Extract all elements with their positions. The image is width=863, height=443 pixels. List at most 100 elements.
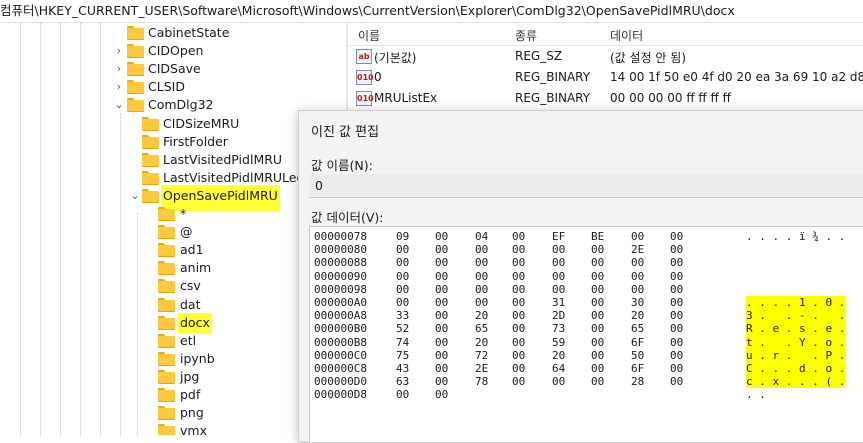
- hex-byte[interactable]: 00: [512, 270, 525, 283]
- tree-node-anim[interactable]: anim: [0, 259, 346, 277]
- hex-byte[interactable]: 00: [435, 230, 448, 243]
- hex-byte[interactable]: 00: [552, 283, 565, 296]
- hex-row[interactable]: 000000C0 75 00 72 00 20 00 50 00 u . r . . P .: [310, 348, 863, 362]
- hex-byte[interactable]: 00: [435, 336, 448, 349]
- hex-byte[interactable]: 00: [552, 243, 565, 256]
- hex-byte[interactable]: 00: [512, 322, 525, 335]
- tree-node-[interactable]: *: [0, 205, 346, 223]
- hex-byte[interactable]: 00: [435, 256, 448, 269]
- hex-byte[interactable]: 00: [396, 270, 409, 283]
- tree-node-CabinetState[interactable]: CabinetState: [0, 24, 346, 42]
- tree-node-png[interactable]: png: [0, 404, 346, 422]
- hex-byte[interactable]: 00: [435, 283, 448, 296]
- tree-node-LastVisitedPidlMRU[interactable]: LastVisitedPidlMRU: [0, 151, 346, 169]
- hex-byte[interactable]: 78: [475, 375, 488, 388]
- hex-byte[interactable]: 00: [631, 230, 644, 243]
- hex-byte[interactable]: 20: [475, 336, 488, 349]
- hex-byte[interactable]: 00: [670, 270, 683, 283]
- hex-byte[interactable]: 00: [435, 296, 448, 309]
- hex-row[interactable]: 000000B0 52 00 65 00 73 00 65 00 R . e . s . e .: [310, 322, 863, 336]
- hex-byte[interactable]: 00: [512, 256, 525, 269]
- column-data[interactable]: 데이터: [610, 27, 643, 44]
- hex-editor[interactable]: 00000078 09 00 04 00 EF BE 00 00. . . . ï ¾ . .0…: [309, 226, 863, 443]
- hex-byte[interactable]: 00: [670, 336, 683, 349]
- hex-byte[interactable]: 64: [552, 362, 565, 375]
- hex-byte[interactable]: 00: [552, 256, 565, 269]
- tree-node-ipynb[interactable]: ipynb: [0, 350, 346, 368]
- hex-byte[interactable]: 00: [631, 256, 644, 269]
- hex-byte[interactable]: 00: [435, 349, 448, 362]
- hex-byte[interactable]: 00: [512, 296, 525, 309]
- tree-node-CLSID[interactable]: › CLSID: [0, 78, 346, 96]
- hex-byte[interactable]: 75: [396, 349, 409, 362]
- hex-byte[interactable]: 00: [670, 309, 683, 322]
- hex-byte[interactable]: 00: [670, 375, 683, 388]
- hex-row[interactable]: 00000080 00 00 00 00 00 00 2E 00: [310, 243, 863, 256]
- hex-byte[interactable]: 59: [552, 336, 565, 349]
- hex-row[interactable]: 000000A8 33 00 20 00 2D 00 20 00 3 . . - . .: [310, 309, 863, 323]
- tree-node-CIDOpen[interactable]: › CIDOpen: [0, 42, 346, 60]
- column-type[interactable]: 종류: [515, 27, 537, 44]
- hex-row[interactable]: 00000078 09 00 04 00 EF BE 00 00 . . . . ï ¾ . .: [310, 230, 863, 243]
- hex-byte[interactable]: 43: [396, 362, 409, 375]
- chevron-right-icon[interactable]: ›: [114, 78, 124, 96]
- hex-byte[interactable]: 20: [475, 309, 488, 322]
- tree-node-csv[interactable]: csv: [0, 277, 346, 295]
- hex-byte[interactable]: 00: [591, 256, 604, 269]
- hex-byte[interactable]: 00: [591, 296, 604, 309]
- hex-byte[interactable]: 74: [396, 336, 409, 349]
- hex-byte[interactable]: 00: [396, 283, 409, 296]
- hex-byte[interactable]: 00: [475, 256, 488, 269]
- hex-byte[interactable]: 65: [631, 322, 644, 335]
- tree-node-ComDlg32[interactable]: ⌄ ComDlg32: [0, 96, 346, 114]
- hex-byte[interactable]: 52: [396, 322, 409, 335]
- hex-byte[interactable]: 00: [670, 296, 683, 309]
- hex-byte[interactable]: 00: [512, 375, 525, 388]
- hex-byte[interactable]: 00: [631, 283, 644, 296]
- tree-node-vmx[interactable]: vmx: [0, 422, 346, 435]
- hex-byte[interactable]: 00: [435, 243, 448, 256]
- hex-byte[interactable]: 00: [670, 230, 683, 243]
- tree-node-dat[interactable]: dat: [0, 296, 346, 314]
- hex-byte[interactable]: 33: [396, 309, 409, 322]
- hex-byte[interactable]: 00: [435, 270, 448, 283]
- hex-row[interactable]: 000000C8 43 00 2E 00 64 00 6F 00 C . . . d . o .: [310, 362, 863, 375]
- hex-byte[interactable]: 00: [512, 309, 525, 322]
- hex-byte[interactable]: 2E: [475, 362, 488, 375]
- address-bar[interactable]: 컴퓨터\HKEY_CURRENT_USER\Software\Microsoft…: [0, 0, 863, 23]
- hex-row[interactable]: 000000B8 74 00 20 00 59 00 6F 00 t . . Y . o .: [310, 335, 863, 349]
- hex-byte[interactable]: 00: [512, 362, 525, 375]
- hex-byte[interactable]: 20: [631, 309, 644, 322]
- hex-byte[interactable]: 00: [591, 309, 604, 322]
- hex-byte[interactable]: 20: [552, 349, 565, 362]
- tree-node-CIDSave[interactable]: › CIDSave: [0, 60, 346, 78]
- hex-byte[interactable]: 2D: [552, 309, 565, 322]
- hex-byte[interactable]: 00: [670, 243, 683, 256]
- hex-byte[interactable]: 00: [396, 243, 409, 256]
- tree-node-docx[interactable]: docx: [0, 312, 346, 333]
- hex-byte[interactable]: 00: [591, 283, 604, 296]
- hex-byte[interactable]: 73: [552, 322, 565, 335]
- value-row[interactable]: 010 0 REG_BINARY 14 00 1f 50 e0 4f d0 20 ea…: [348, 68, 863, 88]
- hex-byte[interactable]: 00: [435, 322, 448, 335]
- hex-byte[interactable]: 6F: [631, 362, 644, 375]
- tree-node-[interactable]: @: [0, 223, 346, 241]
- hex-row[interactable]: 00000088 00 00 00 00 00 00 00 00: [310, 256, 863, 269]
- hex-byte[interactable]: 09: [396, 230, 409, 243]
- hex-byte[interactable]: EF: [552, 230, 565, 243]
- hex-byte[interactable]: 30: [631, 296, 644, 309]
- hex-byte[interactable]: 50: [631, 349, 644, 362]
- hex-byte[interactable]: 00: [512, 283, 525, 296]
- hex-byte[interactable]: 00: [670, 362, 683, 375]
- hex-byte[interactable]: 00: [512, 349, 525, 362]
- hex-row[interactable]: 000000D8 00 00 . .: [310, 388, 863, 401]
- hex-byte[interactable]: 72: [475, 349, 488, 362]
- hex-byte[interactable]: 00: [435, 362, 448, 375]
- hex-byte[interactable]: 00: [591, 243, 604, 256]
- tree-node-etl[interactable]: etl: [0, 332, 346, 350]
- hex-byte[interactable]: 00: [475, 296, 488, 309]
- hex-byte[interactable]: 28: [631, 375, 644, 388]
- hex-byte[interactable]: 63: [396, 375, 409, 388]
- hex-byte[interactable]: 00: [435, 388, 448, 401]
- value-row[interactable]: ab (기본값) REG_SZ (값 설정 안 됨): [348, 47, 863, 67]
